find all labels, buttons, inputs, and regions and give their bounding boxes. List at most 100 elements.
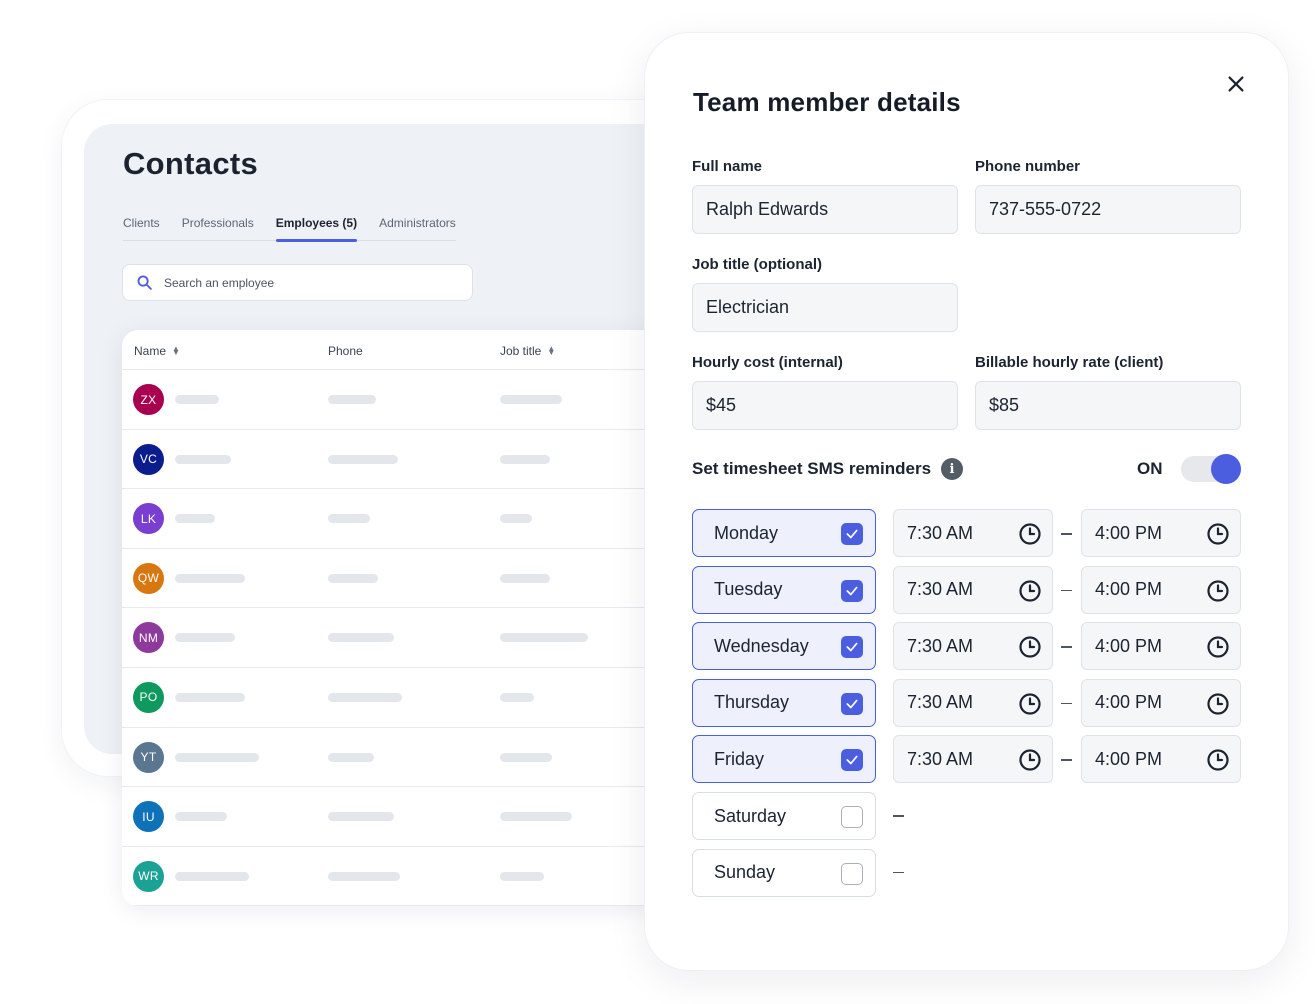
name-placeholder bbox=[175, 752, 259, 762]
full-name-label: Full name bbox=[692, 158, 763, 175]
page-title: Contacts bbox=[123, 146, 259, 181]
end-time-picker[interactable]: 4:00 PM bbox=[1081, 565, 1241, 614]
hourly-cost-label: Hourly cost (internal) bbox=[692, 354, 843, 371]
phone-placeholder bbox=[328, 514, 370, 524]
table-row[interactable]: QW bbox=[122, 549, 682, 609]
avatar: QW bbox=[133, 562, 164, 594]
tab-clients[interactable]: Clients bbox=[123, 214, 160, 240]
avatar: WR bbox=[133, 860, 164, 892]
contacts-tabs: Clients Professionals Employees (5) Admi… bbox=[123, 214, 456, 242]
tab-administrators[interactable]: Administrators bbox=[379, 214, 456, 240]
column-phone-label: Phone bbox=[328, 344, 363, 358]
phone-placeholder bbox=[328, 454, 398, 464]
table-row[interactable]: WR bbox=[122, 847, 682, 906]
clock-icon bbox=[1019, 749, 1041, 771]
column-job-title-label: Job title bbox=[500, 344, 542, 358]
name-placeholder bbox=[175, 573, 245, 583]
table-row[interactable]: PO bbox=[122, 668, 682, 728]
day-sunday-checkbox[interactable]: Sunday bbox=[692, 848, 876, 897]
end-time-picker[interactable]: 4:00 PM bbox=[1081, 509, 1241, 557]
table-row[interactable]: YT bbox=[122, 728, 682, 788]
sms-reminders-toggle[interactable] bbox=[1181, 454, 1241, 484]
checkbox[interactable] bbox=[841, 636, 863, 659]
avatar: VC bbox=[133, 443, 164, 475]
checkbox[interactable] bbox=[841, 579, 863, 602]
clock-icon bbox=[1019, 579, 1041, 602]
billable-rate-field[interactable] bbox=[975, 381, 1241, 430]
table-header: Name ▲ ▼ Phone Job title ▲ ▼ bbox=[122, 330, 682, 370]
tab-professionals[interactable]: Professionals bbox=[182, 214, 254, 240]
start-time-picker[interactable]: 7:30 AM bbox=[893, 509, 1053, 557]
table-row[interactable]: LK bbox=[122, 489, 682, 549]
start-time-picker[interactable]: 7:30 AM bbox=[893, 565, 1053, 614]
phone-placeholder bbox=[328, 573, 378, 583]
sort-icon: ▲ ▼ bbox=[547, 344, 556, 357]
day-name: Saturday bbox=[714, 805, 787, 826]
end-time-picker[interactable]: 4:00 PM bbox=[1081, 735, 1241, 784]
hourly-cost-field[interactable] bbox=[692, 381, 958, 430]
time-range-separator bbox=[893, 815, 904, 817]
search-box bbox=[122, 264, 473, 301]
column-name-header[interactable]: Name ▲ ▼ bbox=[134, 344, 180, 358]
day-monday-checkbox[interactable]: Monday bbox=[692, 509, 876, 557]
sms-reminders-text: Set timesheet SMS reminders bbox=[692, 459, 932, 478]
phone-number-field[interactable] bbox=[975, 185, 1241, 234]
start-time-picker[interactable]: 7:30 AM bbox=[893, 735, 1053, 784]
day-thursday-checkbox[interactable]: Thursday bbox=[692, 678, 876, 727]
avatar: NM bbox=[133, 622, 164, 654]
day-name: Thursday bbox=[714, 692, 790, 713]
search-input[interactable] bbox=[164, 275, 444, 290]
start-time-value: 7:30 AM bbox=[907, 692, 974, 713]
clock-icon bbox=[1207, 636, 1229, 658]
start-time-picker[interactable]: 7:30 AM bbox=[893, 622, 1053, 671]
column-job-title-header[interactable]: Job title ▲ ▼ bbox=[500, 344, 555, 358]
checkbox[interactable] bbox=[841, 523, 863, 545]
checkbox[interactable] bbox=[841, 692, 863, 715]
full-name-field[interactable] bbox=[692, 185, 958, 234]
avatar: YT bbox=[133, 741, 164, 773]
table-row[interactable]: ZX bbox=[122, 370, 682, 430]
name-placeholder bbox=[175, 871, 249, 881]
start-time-picker[interactable]: 7:30 AM bbox=[893, 678, 1053, 727]
job-title-field[interactable] bbox=[692, 283, 958, 332]
sms-state-label: ON bbox=[1137, 459, 1163, 478]
table-row[interactable]: NM bbox=[122, 608, 682, 668]
checkbox[interactable] bbox=[841, 749, 863, 772]
day-saturday-checkbox[interactable]: Saturday bbox=[692, 792, 876, 840]
end-time-value: 4:00 PM bbox=[1095, 692, 1163, 713]
start-time-value: 7:30 AM bbox=[907, 579, 974, 600]
time-range-separator bbox=[1061, 702, 1072, 705]
avatar: ZX bbox=[133, 384, 164, 415]
column-name-label: Name bbox=[134, 344, 167, 358]
day-name: Sunday bbox=[714, 862, 776, 883]
phone-placeholder bbox=[328, 633, 394, 643]
clock-icon bbox=[1207, 693, 1229, 715]
check-icon bbox=[846, 529, 858, 539]
job-title-placeholder bbox=[500, 573, 550, 583]
table-row[interactable]: VC bbox=[122, 430, 682, 490]
end-time-picker[interactable]: 4:00 PM bbox=[1081, 622, 1241, 671]
modal-title: Team member details bbox=[693, 87, 961, 117]
clock-icon bbox=[1207, 579, 1229, 602]
table-row[interactable]: IU bbox=[122, 787, 682, 847]
time-range-separator bbox=[1061, 646, 1072, 648]
end-time-value: 4:00 PM bbox=[1095, 748, 1163, 769]
checkbox[interactable] bbox=[841, 862, 863, 885]
check-icon bbox=[846, 586, 858, 595]
info-icon[interactable]: i bbox=[941, 458, 964, 480]
table-body: ZX VC LK QW NM PO YT IU WR bbox=[122, 370, 682, 906]
end-time-picker[interactable]: 4:00 PM bbox=[1081, 678, 1241, 727]
time-range-separator bbox=[1061, 533, 1072, 535]
close-button[interactable] bbox=[1225, 73, 1247, 95]
sort-icon: ▲ ▼ bbox=[172, 344, 180, 357]
phone-placeholder bbox=[328, 395, 376, 404]
day-friday-checkbox[interactable]: Friday bbox=[692, 735, 876, 784]
day-tuesday-checkbox[interactable]: Tuesday bbox=[692, 565, 876, 614]
job-title-placeholder bbox=[500, 633, 588, 643]
job-title-label: Job title (optional) bbox=[692, 256, 822, 273]
checkbox[interactable] bbox=[841, 806, 863, 828]
tab-employees[interactable]: Employees (5) bbox=[275, 214, 358, 242]
employees-table: Name ▲ ▼ Phone Job title ▲ ▼ ZX VC LK QW NM PO Y… bbox=[122, 330, 682, 906]
name-placeholder bbox=[175, 812, 227, 822]
day-wednesday-checkbox[interactable]: Wednesday bbox=[692, 622, 876, 671]
